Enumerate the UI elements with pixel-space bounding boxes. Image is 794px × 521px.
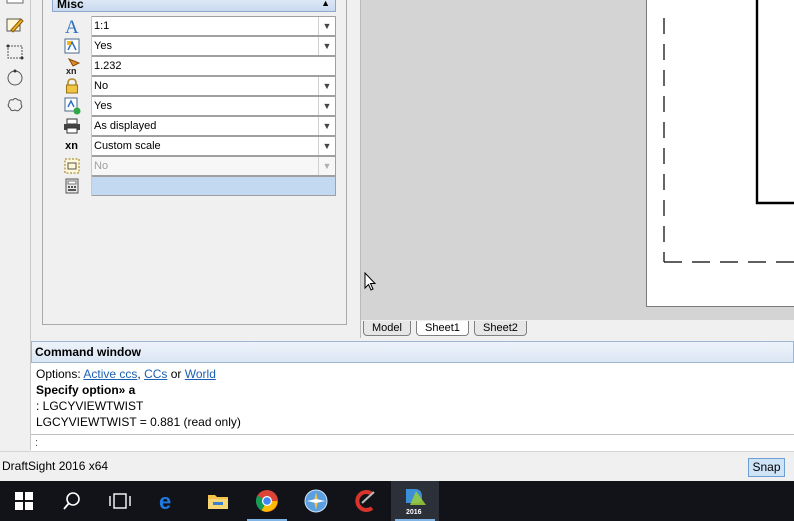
calculator-icon [52, 176, 92, 196]
xn-label: xn [65, 140, 78, 152]
xn-scale-icon: xn [52, 136, 92, 156]
property-value-text: Yes [94, 40, 112, 52]
search-icon[interactable] [48, 481, 96, 521]
mouse-cursor-icon [364, 272, 377, 291]
viewport-on-icon [52, 96, 92, 116]
windows-taskbar: e 2016 [0, 481, 794, 521]
svg-text:e: e [159, 490, 171, 512]
svg-text:A: A [65, 17, 79, 35]
property-row-shade-plot[interactable]: As displayed ▼ [52, 116, 336, 136]
command-input[interactable]: : [31, 434, 794, 451]
property-value-field[interactable]: 1:1 ▼ [92, 16, 336, 36]
options-line: Options: Active ccs, CCs or World [36, 366, 786, 382]
tab-sheet2[interactable]: Sheet2 [474, 321, 527, 336]
property-row-display[interactable]: Yes ▼ [52, 36, 336, 56]
annotation-text-icon: A [52, 16, 92, 36]
property-value-text: Custom scale [94, 140, 161, 152]
draftsight-badge: 2016 [406, 509, 422, 515]
options-or: or [167, 367, 185, 381]
sheet-tabs-bar: Model Sheet1 Sheet2 [361, 320, 794, 338]
property-value-field[interactable]: 1.232 [92, 56, 336, 76]
snap-toggle-button[interactable]: Snap [748, 458, 785, 477]
svg-text:xn: xn [66, 66, 77, 75]
option-ccs-link[interactable]: CCs [144, 367, 167, 381]
task-view-icon[interactable] [96, 481, 144, 521]
status-bar: DraftSight 2016 x64 Snap [0, 451, 794, 481]
property-value-text: 1.232 [94, 60, 122, 72]
option-active-ccs-link[interactable]: Active ccs [83, 367, 137, 381]
dashed-viewport-icon [52, 156, 92, 176]
property-value-field[interactable]: Yes ▼ [92, 36, 336, 56]
property-value-field[interactable]: Yes ▼ [92, 96, 336, 116]
app-name-label: DraftSight 2016 x64 [2, 459, 109, 473]
property-value-field: No ▼ [92, 156, 336, 176]
property-value-field[interactable] [92, 176, 336, 196]
pencil-edit-icon[interactable] [6, 16, 24, 34]
chevron-down-icon[interactable]: ▼ [318, 97, 335, 115]
command-history: Options: Active ccs, CCs or World Specif… [36, 366, 786, 430]
cloud-shape-icon[interactable] [6, 96, 24, 114]
property-value-field[interactable]: No ▼ [92, 76, 336, 96]
property-row-ucs: No ▼ [52, 156, 336, 176]
ccleaner-icon[interactable] [342, 481, 390, 521]
history-line: LGCYVIEWTWIST = 0.881 (read only) [36, 415, 241, 429]
options-prefix: Options: [36, 367, 84, 381]
chrome-icon[interactable] [243, 481, 291, 521]
property-value-field[interactable]: Custom scale ▼ [92, 136, 336, 156]
property-row-locked[interactable]: No ▼ [52, 76, 336, 96]
chevron-down-icon[interactable]: ▼ [318, 117, 335, 135]
chevron-down-icon: ▼ [318, 157, 335, 175]
property-row-annotation-scale[interactable]: A 1:1 ▼ [52, 16, 336, 36]
property-row-visual-style[interactable] [52, 176, 336, 196]
viewport-drawing [663, 0, 794, 263]
collapse-arrow-icon[interactable]: ▲ [321, 0, 330, 8]
property-value-text: No [94, 80, 109, 92]
command-window-title: Command window [31, 341, 794, 363]
property-row-scale-factor[interactable]: xn 1.232 [52, 56, 336, 76]
lock-icon [52, 76, 92, 96]
draftsight-icon[interactable]: 2016 [391, 481, 439, 521]
print-icon [52, 116, 92, 136]
chevron-down-icon[interactable]: ▼ [318, 137, 335, 155]
option-world-link[interactable]: World [185, 367, 216, 381]
property-row-standard-scale[interactable]: xn Custom scale ▼ [52, 136, 336, 156]
prompt-line: Specify option» a [36, 383, 136, 397]
chevron-down-icon[interactable]: ▼ [318, 17, 335, 35]
rectangle-tool-icon[interactable] [6, 43, 24, 61]
scale-factor-icon: xn [52, 56, 92, 76]
property-value-text: As displayed [94, 120, 157, 132]
property-value-text: 1:1 [94, 20, 110, 32]
windows-start-icon[interactable] [0, 481, 48, 521]
misc-section-title: Misc [57, 0, 84, 11]
chevron-down-icon[interactable]: ▼ [318, 37, 335, 55]
file-explorer-icon[interactable] [194, 481, 242, 521]
app-compass-icon[interactable] [292, 481, 340, 521]
misc-section-header[interactable]: Misc ▲ [52, 0, 336, 12]
circle-tool-icon[interactable] [6, 69, 24, 87]
edge-icon[interactable]: e [144, 481, 192, 521]
property-value-field[interactable]: As displayed ▼ [92, 116, 336, 136]
viewport-toggle-icon [52, 36, 92, 56]
property-value-text: Yes [94, 100, 112, 112]
tab-sheet1[interactable]: Sheet1 [416, 321, 469, 336]
property-row-on[interactable]: Yes ▼ [52, 96, 336, 116]
property-value-text: No [94, 160, 109, 172]
toolstrip-top-icon[interactable] [6, 0, 24, 12]
chevron-down-icon[interactable]: ▼ [318, 77, 335, 95]
history-line: : LGCYVIEWTWIST [36, 399, 144, 413]
tool-strip [0, 0, 31, 450]
sheet-paper[interactable] [646, 0, 794, 307]
tab-model[interactable]: Model [363, 321, 411, 336]
